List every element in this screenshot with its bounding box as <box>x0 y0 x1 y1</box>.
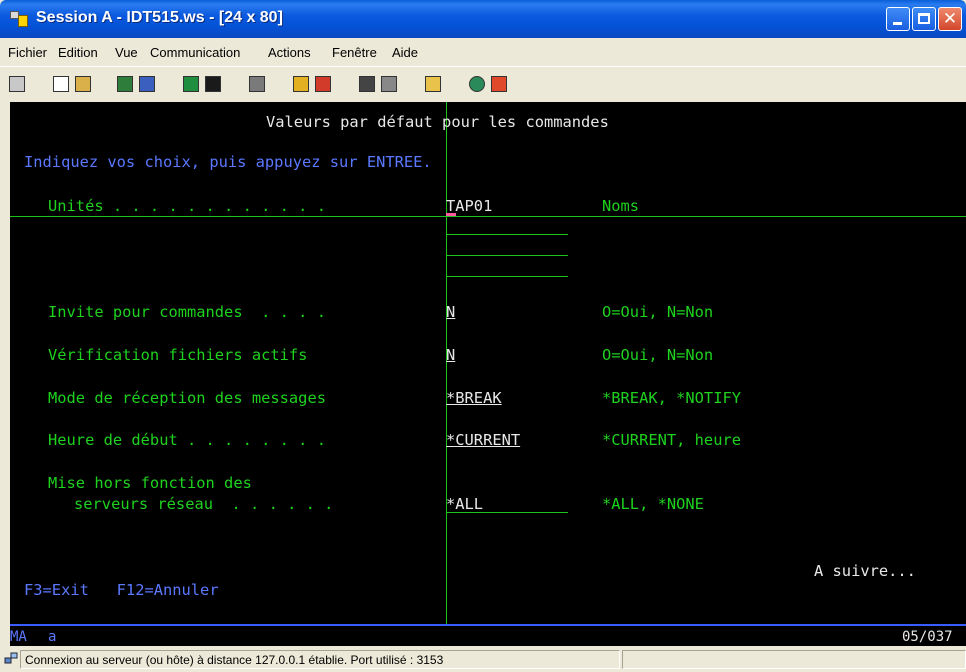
screen-title: Valeurs par défaut pour les commandes <box>266 113 609 131</box>
verify-hint: O=Oui, N=Non <box>602 346 714 364</box>
close-button[interactable]: ✕ <box>938 7 962 31</box>
start-input[interactable]: *CURRENT <box>446 431 520 449</box>
paste-icon[interactable] <box>72 73 94 95</box>
send-file-icon[interactable] <box>114 73 136 95</box>
msgmode-input[interactable]: *BREAK <box>446 389 502 407</box>
start-macro-icon[interactable] <box>378 73 400 95</box>
row-separator <box>10 216 966 217</box>
status-pane-empty <box>622 650 966 669</box>
status-bar: Connexion au serveur (ou hôte) à distanc… <box>0 646 966 672</box>
menu-aide[interactable]: Aide <box>392 45 418 60</box>
function-keys: F3=Exit F12=Annuler <box>24 581 219 599</box>
window-title: Session A - IDT515.ws - [24 x 80] <box>36 9 283 26</box>
menu-bar: Fichier Edition Vue Communication Action… <box>0 38 966 66</box>
edit-icon[interactable] <box>488 73 510 95</box>
session-icon[interactable] <box>10 11 28 27</box>
msgmode-label: Mode de réception des messages <box>48 389 326 407</box>
menu-communication[interactable]: Communication <box>150 45 240 60</box>
vary-input[interactable]: *ALL <box>446 495 483 513</box>
menu-fichier[interactable]: Fichier <box>8 45 47 60</box>
verify-label: Vérification fichiers actifs <box>48 346 308 364</box>
units-input-4[interactable] <box>446 276 568 277</box>
copy-icon[interactable] <box>50 73 72 95</box>
print-screen-icon[interactable] <box>6 73 28 95</box>
globe-icon[interactable] <box>466 73 488 95</box>
prompt-hint: O=Oui, N=Non <box>602 303 714 321</box>
vary-input-underline <box>446 512 568 513</box>
menu-fenetre[interactable]: Fenêtre <box>332 45 377 60</box>
units-label: Unités . . . . . . . . . . . . <box>48 197 326 215</box>
close-icon: ✕ <box>942 9 958 29</box>
prompt-label: Invite pour commandes . . . . <box>48 303 326 321</box>
receive-file-icon[interactable] <box>136 73 158 95</box>
more-indicator: A suivre... <box>814 562 916 580</box>
maximize-icon <box>918 13 930 24</box>
title-bar: Session A - IDT515.ws - [24 x 80] ✕ <box>0 0 966 38</box>
start-label: Heure de début . . . . . . . . <box>48 431 326 449</box>
menu-edition[interactable]: Edition <box>58 45 98 60</box>
toolbar <box>0 66 966 102</box>
network-connection-icon <box>4 651 18 665</box>
menu-actions[interactable]: Actions <box>268 45 311 60</box>
units-input-2[interactable] <box>446 234 568 235</box>
status-message: Connexion au serveur (ou hôte) à distanc… <box>25 653 444 667</box>
stop-macro-icon[interactable] <box>356 73 378 95</box>
minimize-icon <box>893 22 902 25</box>
vary-label-line1: Mise hors fonction des <box>48 474 252 492</box>
clipboard-icon[interactable] <box>422 73 444 95</box>
verify-input[interactable]: N <box>446 346 455 364</box>
prompt-input[interactable]: N <box>446 303 455 321</box>
cursor-position: 05/037 <box>902 629 953 645</box>
units-input-3[interactable] <box>446 255 568 256</box>
terminal-screen[interactable]: Valeurs par défaut pour les commandes In… <box>10 102 966 624</box>
record-macro-icon[interactable] <box>312 73 334 95</box>
oia-mode: MA <box>10 629 27 645</box>
vary-hint: *ALL, *NONE <box>602 495 704 513</box>
oia-input: a <box>48 629 57 645</box>
msgmode-hint: *BREAK, *NOTIFY <box>602 389 741 407</box>
menu-vue[interactable]: Vue <box>115 45 138 60</box>
start-hint: *CURRENT, heure <box>602 431 741 449</box>
screen-instruction: Indiquez vos choix, puis appuyez sur ENT… <box>24 153 432 171</box>
maximize-button[interactable] <box>912 7 936 31</box>
macro-icon[interactable] <box>246 73 268 95</box>
keyboard-icon[interactable] <box>202 73 224 95</box>
display-icon[interactable] <box>180 73 202 95</box>
units-hint: Noms <box>602 197 640 215</box>
play-macro-icon[interactable] <box>290 73 312 95</box>
units-input[interactable]: TAP01 <box>446 197 492 215</box>
minimize-button[interactable] <box>886 7 910 31</box>
status-pane-message: Connexion au serveur (ou hôte) à distanc… <box>20 650 620 669</box>
operator-info-area: MA a 05/037 <box>10 624 966 646</box>
vary-label-line2: serveurs réseau . . . . . . <box>74 495 334 513</box>
